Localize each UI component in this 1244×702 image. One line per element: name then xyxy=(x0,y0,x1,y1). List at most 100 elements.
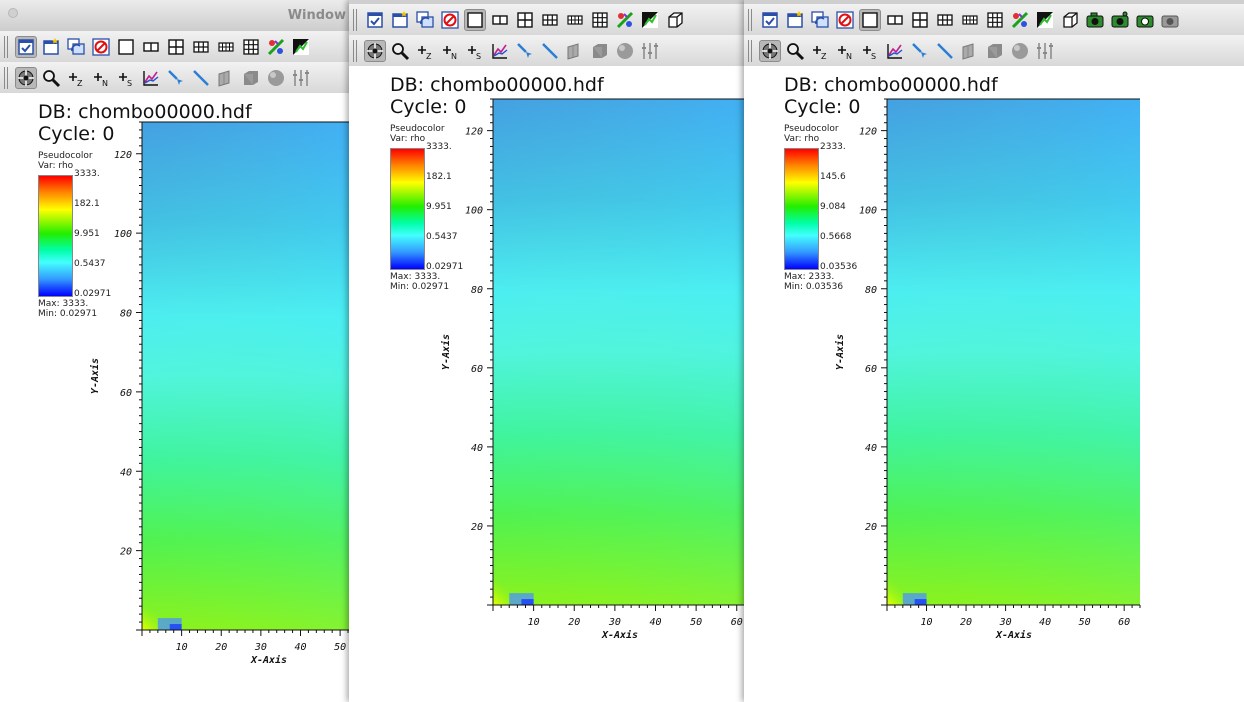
invert-background-icon[interactable] xyxy=(639,9,661,31)
box-tool-icon[interactable] xyxy=(240,67,262,89)
x-tick-label: 20 xyxy=(568,617,580,628)
invert-background-icon[interactable] xyxy=(290,36,312,58)
new-window-icon[interactable] xyxy=(759,9,781,31)
clone-window-icon[interactable] xyxy=(40,36,62,58)
3d-box-icon[interactable] xyxy=(664,9,686,31)
layout-3x3-icon[interactable] xyxy=(984,9,1006,31)
toolbar-grip[interactable] xyxy=(4,35,9,58)
camera-gray-icon[interactable] xyxy=(1159,9,1181,31)
spreadsheet-pick-icon[interactable]: S xyxy=(464,40,486,62)
layout-2x3-icon[interactable] xyxy=(934,9,956,31)
zone-pick-icon[interactable]: Z xyxy=(65,67,87,89)
node-pick-icon[interactable]: N xyxy=(834,40,856,62)
window-close-dot[interactable] xyxy=(8,8,18,18)
y-tick-label: 120 xyxy=(465,127,483,138)
line-tool-icon[interactable] xyxy=(934,40,956,62)
spreadsheet-pick-icon[interactable]: S xyxy=(859,40,881,62)
layout-1x1-icon[interactable] xyxy=(115,36,137,58)
camera-green-icon[interactable] xyxy=(1084,9,1106,31)
layout-3x3-icon[interactable] xyxy=(589,9,611,31)
new-window-icon[interactable] xyxy=(15,35,37,58)
node-pick-icon[interactable]: N xyxy=(439,40,461,62)
toolbar-grip[interactable] xyxy=(748,39,753,62)
axis-restriction-icon[interactable] xyxy=(290,67,312,89)
delete-window-icon[interactable] xyxy=(90,36,112,58)
line-tool-icon[interactable] xyxy=(190,67,212,89)
point-tool-icon[interactable] xyxy=(514,40,536,62)
x-tick-label: 60 xyxy=(1118,617,1130,628)
zone-pick-icon[interactable]: Z xyxy=(809,40,831,62)
copy-window-icon[interactable] xyxy=(65,36,87,58)
x-tick-label: 40 xyxy=(294,642,306,653)
window-1-toolbar-row-3: ZNS xyxy=(0,62,352,94)
layout-1x2-icon[interactable] xyxy=(489,9,511,31)
plane-tool-icon[interactable] xyxy=(564,40,586,62)
box-tool-icon[interactable] xyxy=(984,40,1006,62)
layout-2x3-icon[interactable] xyxy=(190,36,212,58)
window-2-plot-canvas[interactable]: DB: chombo00000.hdfCycle: 0Time:0Pseudoc… xyxy=(349,66,746,702)
point-tool-icon[interactable] xyxy=(165,67,187,89)
sphere-tool-icon[interactable] xyxy=(1009,40,1031,62)
plane-tool-icon[interactable] xyxy=(215,67,237,89)
lineout-icon[interactable] xyxy=(489,40,511,62)
zoom-icon[interactable] xyxy=(389,40,411,62)
new-window-icon[interactable] xyxy=(364,9,386,31)
zone-pick-icon[interactable]: Z xyxy=(414,40,436,62)
window-1-titlebar[interactable]: Window xyxy=(0,0,352,32)
camera-green-2-icon[interactable] xyxy=(1109,9,1131,31)
delete-window-icon[interactable] xyxy=(439,9,461,31)
lineout-icon[interactable] xyxy=(884,40,906,62)
window-3-plot-canvas[interactable]: DB: chombo00000.hdfCycle: 0Time:0Pseudoc… xyxy=(744,66,1244,702)
zoom-icon[interactable] xyxy=(40,67,62,89)
point-tool-icon[interactable] xyxy=(909,40,931,62)
node-pick-icon[interactable]: N xyxy=(90,67,112,89)
spreadsheet-pick-icon[interactable]: S xyxy=(115,67,137,89)
delete-window-icon[interactable] xyxy=(834,9,856,31)
layout-1x2-icon[interactable] xyxy=(140,36,162,58)
visit-window-2[interactable]: Z N S DB: chombo00000.hdfCycle: 0Time:0Pse… xyxy=(349,0,746,702)
toolbar-grip[interactable] xyxy=(353,39,358,62)
layout-2x2-icon[interactable] xyxy=(514,9,536,31)
layout-1x1-icon[interactable] xyxy=(859,8,881,31)
invert-background-icon[interactable] xyxy=(1034,9,1056,31)
toolbar-grip[interactable] xyxy=(4,66,9,89)
layout-1x1-icon[interactable] xyxy=(464,8,486,31)
layout-2x2-icon[interactable] xyxy=(909,9,931,31)
copy-window-icon[interactable] xyxy=(414,9,436,31)
toolbar-grip[interactable] xyxy=(748,8,753,31)
visit-window-3[interactable]: Z N S DB: chombo00000.hdfCycle: 0Time:0Pse… xyxy=(744,0,1244,702)
line-tool-icon[interactable] xyxy=(539,40,561,62)
layout-2x3-icon[interactable] xyxy=(539,9,561,31)
clone-window-icon[interactable] xyxy=(389,9,411,31)
axis-restriction-icon[interactable] xyxy=(639,40,661,62)
layout-2x2-icon[interactable] xyxy=(165,36,187,58)
camera-icon[interactable] xyxy=(1134,9,1156,31)
sphere-tool-icon[interactable] xyxy=(614,40,636,62)
layout-3x3-icon[interactable] xyxy=(240,36,262,58)
navigate-icon[interactable] xyxy=(364,39,386,62)
zoom-icon[interactable] xyxy=(784,40,806,62)
lock-view-icon[interactable] xyxy=(1009,9,1031,31)
lineout-icon[interactable] xyxy=(140,67,162,89)
3d-box-icon[interactable] xyxy=(1059,9,1081,31)
box-tool-icon[interactable] xyxy=(589,40,611,62)
layout-1x2-icon[interactable] xyxy=(884,9,906,31)
layout-3x2-icon[interactable] xyxy=(564,9,586,31)
heatmap-svg: 20 40 60 80 100 120 10 20 30 40 50 X-Axis Y-Axis xyxy=(89,121,352,666)
visit-window-1[interactable]: Window Z N S DB: chombo00000.hdfCycle: 0Ti… xyxy=(0,0,352,702)
lock-view-icon[interactable] xyxy=(614,9,636,31)
lock-view-icon[interactable] xyxy=(265,36,287,58)
navigate-icon[interactable] xyxy=(15,66,37,89)
x-tick-label: 30 xyxy=(254,642,267,653)
copy-window-icon[interactable] xyxy=(809,9,831,31)
sphere-tool-icon[interactable] xyxy=(265,67,287,89)
layout-3x2-icon[interactable] xyxy=(959,9,981,31)
layout-3x2-icon[interactable] xyxy=(215,36,237,58)
axis-restriction-icon[interactable] xyxy=(1034,40,1056,62)
y-tick-label: 60 xyxy=(865,364,877,375)
window-1-plot-canvas[interactable]: DB: chombo00000.hdfCycle: 0Time:0Pseudoc… xyxy=(0,93,352,702)
navigate-icon[interactable] xyxy=(759,39,781,62)
plane-tool-icon[interactable] xyxy=(959,40,981,62)
clone-window-icon[interactable] xyxy=(784,9,806,31)
toolbar-grip[interactable] xyxy=(353,8,358,31)
